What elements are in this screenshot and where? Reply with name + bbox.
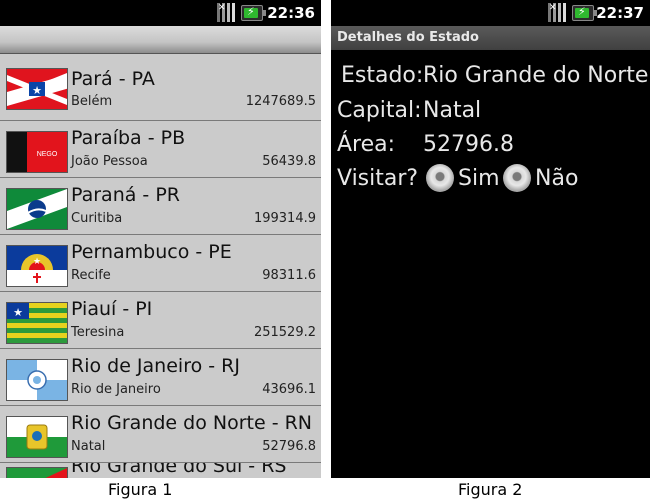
radio-sim-label[interactable]: Sim [458,166,500,191]
figure-1-caption: Figura 1 [108,480,173,499]
parana-flag-icon [6,188,68,230]
state-capital: Curitiba [71,211,123,226]
svg-text:★: ★ [33,257,41,267]
state-capital: João Pessoa [71,154,148,169]
phone-screen-detail: ⚡ 22:37 Detalhes do Estado Estado: Rio G… [331,0,650,478]
state-area: 98311.6 [262,268,316,283]
pernambuco-flag-icon: ★ [6,245,68,287]
state-capital: Natal [71,439,106,454]
state-area: 52796.8 [262,439,316,454]
svg-text:★: ★ [32,84,42,97]
detail-panel: Estado: Rio Grande do Norte Capital: Nat… [331,50,650,478]
list-item[interactable]: NEGO Paraíba - PB João Pessoa 56439.8 [0,121,321,178]
state-area: 251529.2 [253,325,316,340]
figure-2-caption: Figura 2 [458,480,523,499]
state-area: 1247689.5 [245,94,316,109]
area-label: Área: [337,132,396,157]
para-flag-icon: ★ [6,68,68,110]
visitar-label: Visitar? [337,166,419,191]
state-capital: Recife [71,268,111,283]
rio-grande-do-sul-flag-icon [6,467,68,478]
svg-text:★: ★ [13,306,23,319]
capital-label: Capital: [337,98,422,123]
state-capital: Rio de Janeiro [71,382,161,397]
list-item[interactable]: ★ Piauí - PI Teresina 251529.2 [0,292,321,349]
state-capital: Belém [71,94,113,109]
state-name: Pará - PA [71,68,155,90]
flag-text: NEGO [37,151,58,158]
estado-value: Rio Grande do Norte [423,63,649,88]
list-item[interactable]: Rio Grande do Norte - RN Natal 52796.8 [0,406,321,463]
state-name: Pernambuco - PE [71,241,232,263]
list-header [0,26,321,54]
estado-label: Estado: [341,63,424,88]
radio-nao-label[interactable]: Não [535,166,578,191]
piaui-flag-icon: ★ [6,302,68,344]
battery-icon: ⚡ [572,5,597,21]
area-value: 52796.8 [423,132,514,157]
phone-screen-list: ⚡ 22:36 ★ Pará - PA Belém 1247689.5 [0,0,321,478]
list-item[interactable]: Rio de Janeiro - RJ Rio de Janeiro 43696… [0,349,321,406]
radio-nao[interactable] [503,164,531,192]
state-area: 43696.1 [262,382,316,397]
state-name: Rio Grande do Norte - RN [71,412,313,434]
list-item[interactable]: Paraná - PR Curitiba 199314.9 [0,178,321,235]
state-name: Rio de Janeiro - RJ [71,355,240,377]
status-time: 22:36 [267,4,315,22]
state-name: Rio Grande do Sul - RS [71,463,287,477]
capital-value: Natal [423,98,482,123]
signal-icon [217,3,235,22]
rio-de-janeiro-flag-icon [6,359,68,401]
radio-sim[interactable] [426,164,454,192]
states-list[interactable]: ★ Pará - PA Belém 1247689.5 NEGO Paraíba… [0,54,321,478]
state-area: 199314.9 [253,211,316,226]
state-name: Paraná - PR [71,184,180,206]
list-item[interactable]: ★ Pará - PA Belém 1247689.5 [0,54,321,121]
state-name: Paraíba - PB [71,127,186,149]
list-item[interactable]: ★ Pernambuco - PE Recife 98311.6 [0,235,321,292]
signal-icon [548,3,566,22]
state-area: 56439.8 [262,154,316,169]
title-bar: Detalhes do Estado [331,26,650,50]
list-item[interactable]: Rio Grande do Sul - RS [0,463,321,478]
status-time: 22:37 [596,4,644,22]
state-capital: Teresina [71,325,125,340]
status-bar: ⚡ 22:37 [331,0,650,26]
paraiba-flag-icon: NEGO [6,131,68,173]
status-bar: ⚡ 22:36 [0,0,321,26]
state-name: Piauí - PI [71,298,153,320]
rio-grande-do-norte-flag-icon [6,416,68,458]
battery-icon: ⚡ [241,5,266,21]
